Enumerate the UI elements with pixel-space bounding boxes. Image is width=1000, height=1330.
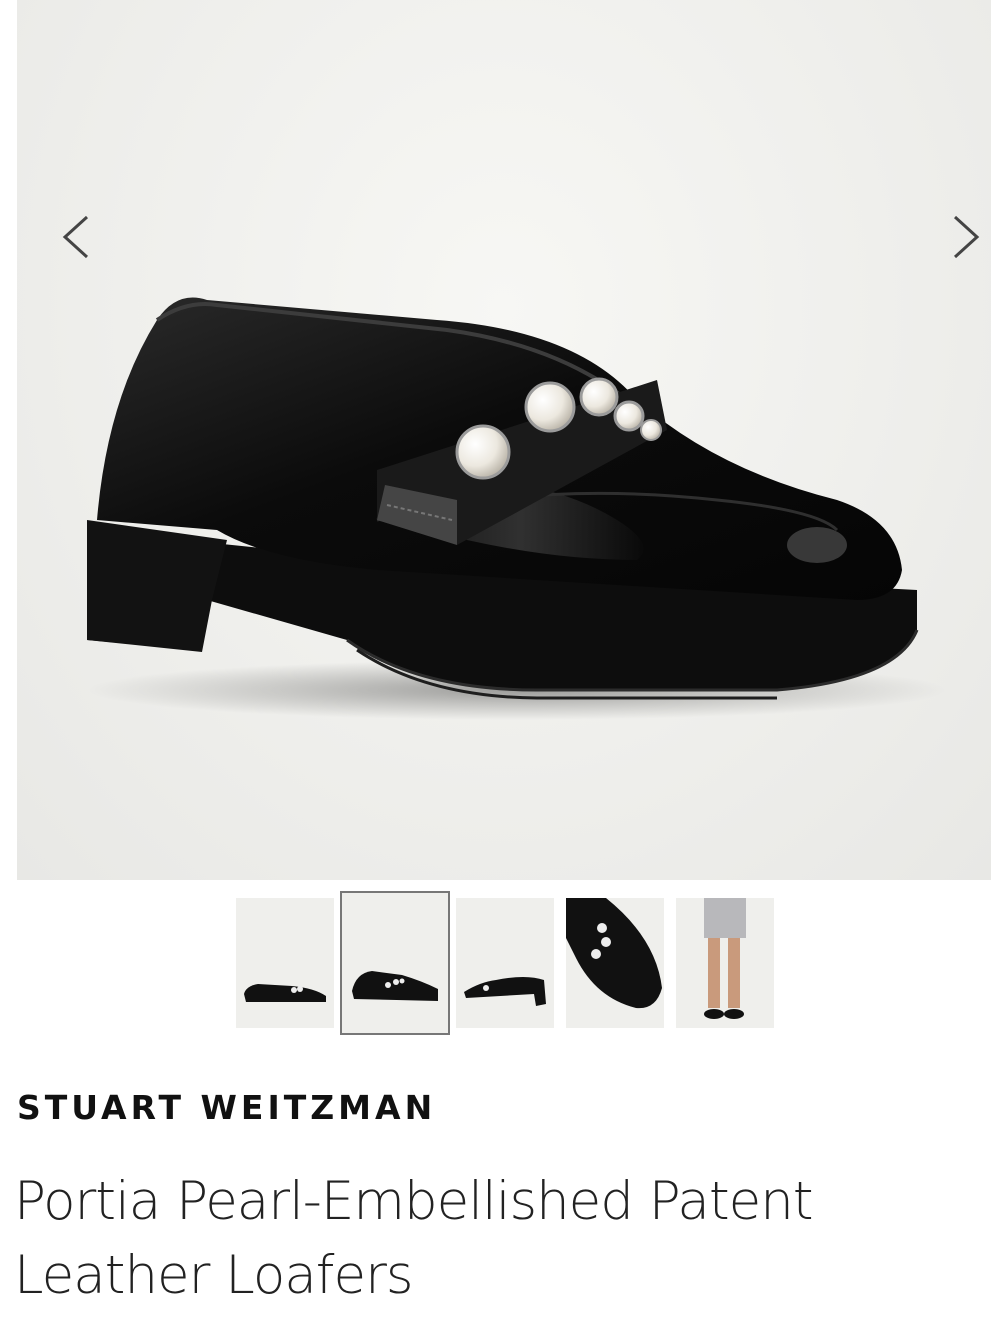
thumbnail-3[interactable] [456, 898, 554, 1028]
shoe-three-quarter-thumbnail-image [352, 971, 438, 1001]
shoe-back-thumbnail-image [464, 977, 546, 1006]
next-image-button[interactable] [935, 205, 991, 265]
chevron-left-icon [62, 215, 89, 259]
thumbnail-2[interactable] [340, 891, 450, 1035]
brand-name[interactable]: STUART WEITZMAN [17, 1088, 436, 1127]
thumbnail-4[interactable] [566, 898, 664, 1028]
chevron-right-icon [953, 215, 980, 259]
shoe-side-thumbnail-image [244, 984, 326, 1002]
thumbnail-1[interactable] [236, 898, 334, 1028]
thumbnail-5[interactable] [676, 898, 774, 1028]
product-main-image[interactable] [17, 0, 991, 880]
product-title: Portia Pearl-Embellished Patent Leather … [14, 1171, 814, 1306]
model-thumbnail-image [704, 898, 746, 1019]
shoe-top-detail-thumbnail-image [566, 898, 662, 1009]
product-page: STUART WEITZMAN Portia Pearl-Embellished… [0, 0, 1000, 1330]
loafer-shoe-image [87, 297, 947, 720]
previous-image-button[interactable] [47, 205, 107, 265]
